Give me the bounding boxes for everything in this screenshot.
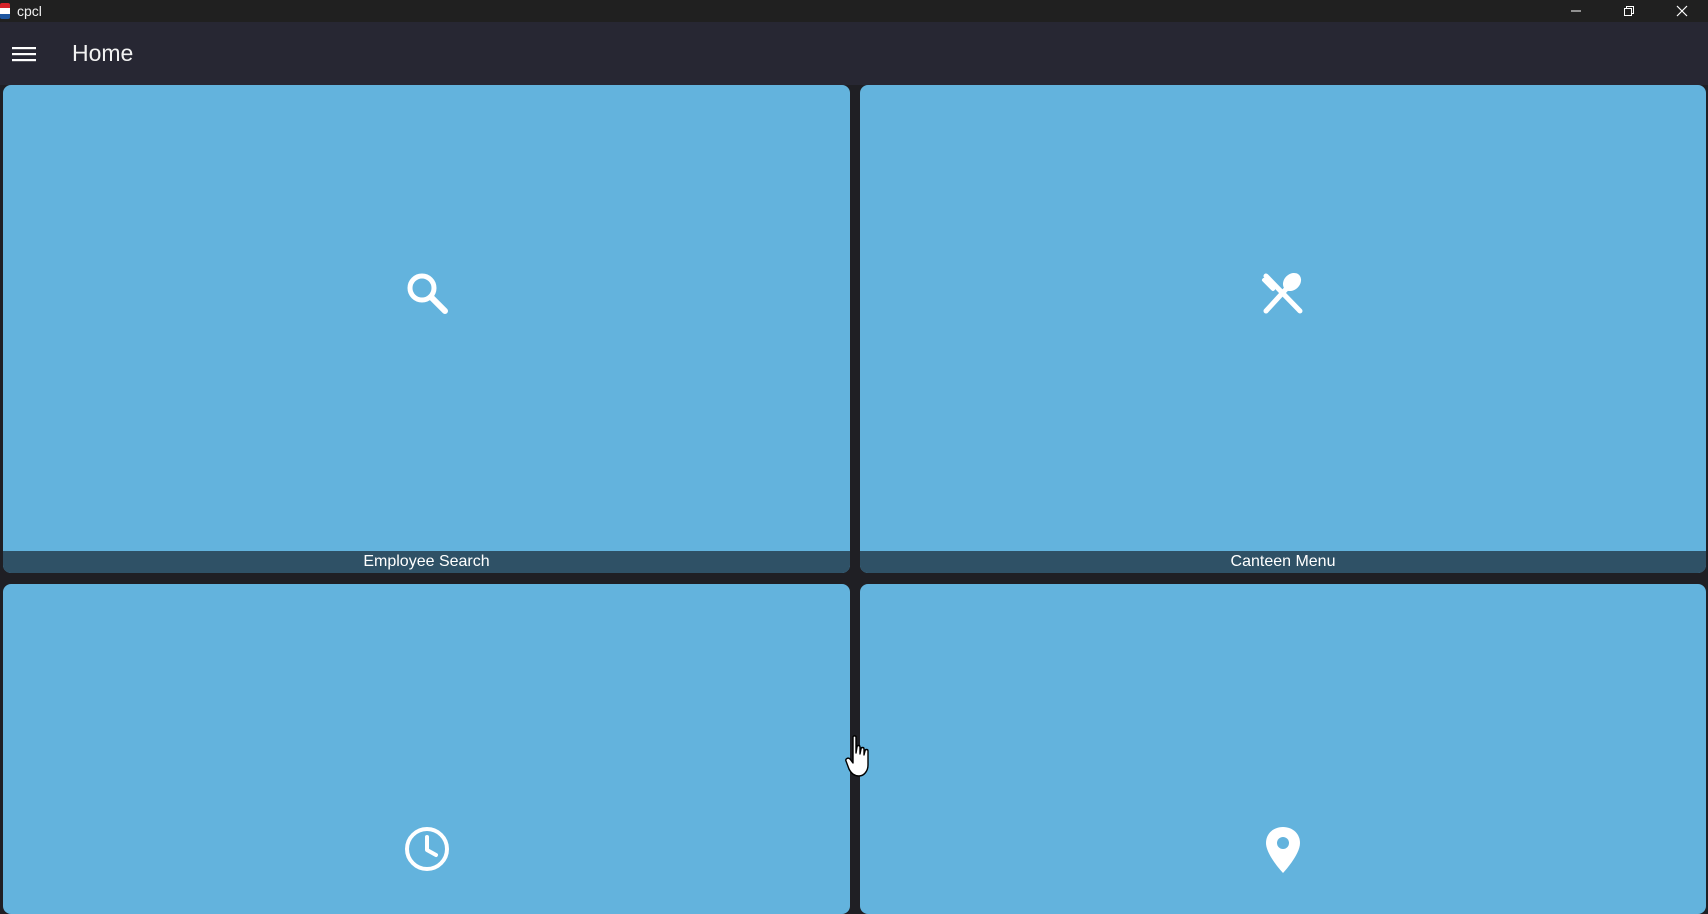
window-controls <box>1549 0 1708 22</box>
close-icon <box>1676 5 1687 17</box>
hand-pointer-cursor-icon <box>845 735 869 777</box>
restore-icon <box>1623 6 1634 16</box>
minimize-icon <box>1570 10 1581 12</box>
close-button[interactable] <box>1655 0 1708 22</box>
fork-spoon-icon <box>1262 272 1303 314</box>
menu-button[interactable] <box>0 22 48 85</box>
restore-button[interactable] <box>1602 0 1655 22</box>
page-title: Home <box>72 40 134 66</box>
attendance-tile[interactable] <box>3 584 850 914</box>
search-icon <box>407 273 448 314</box>
employee-search-tile[interactable]: Employee Search <box>3 85 850 573</box>
clock-icon <box>404 827 449 871</box>
tile-label: Canteen Menu <box>860 551 1706 573</box>
location-tile[interactable] <box>860 584 1706 914</box>
location-pin-icon <box>1266 827 1300 873</box>
hamburger-menu-icon <box>12 46 36 61</box>
app-header: Home <box>0 22 1708 85</box>
tile-label: Employee Search <box>3 551 850 573</box>
window-titlebar: cpcl <box>0 0 1708 22</box>
minimize-button[interactable] <box>1549 0 1602 22</box>
window-title: cpcl <box>17 3 42 19</box>
canteen-menu-tile[interactable]: Canteen Menu <box>860 85 1706 573</box>
app-logo-icon <box>0 3 10 19</box>
